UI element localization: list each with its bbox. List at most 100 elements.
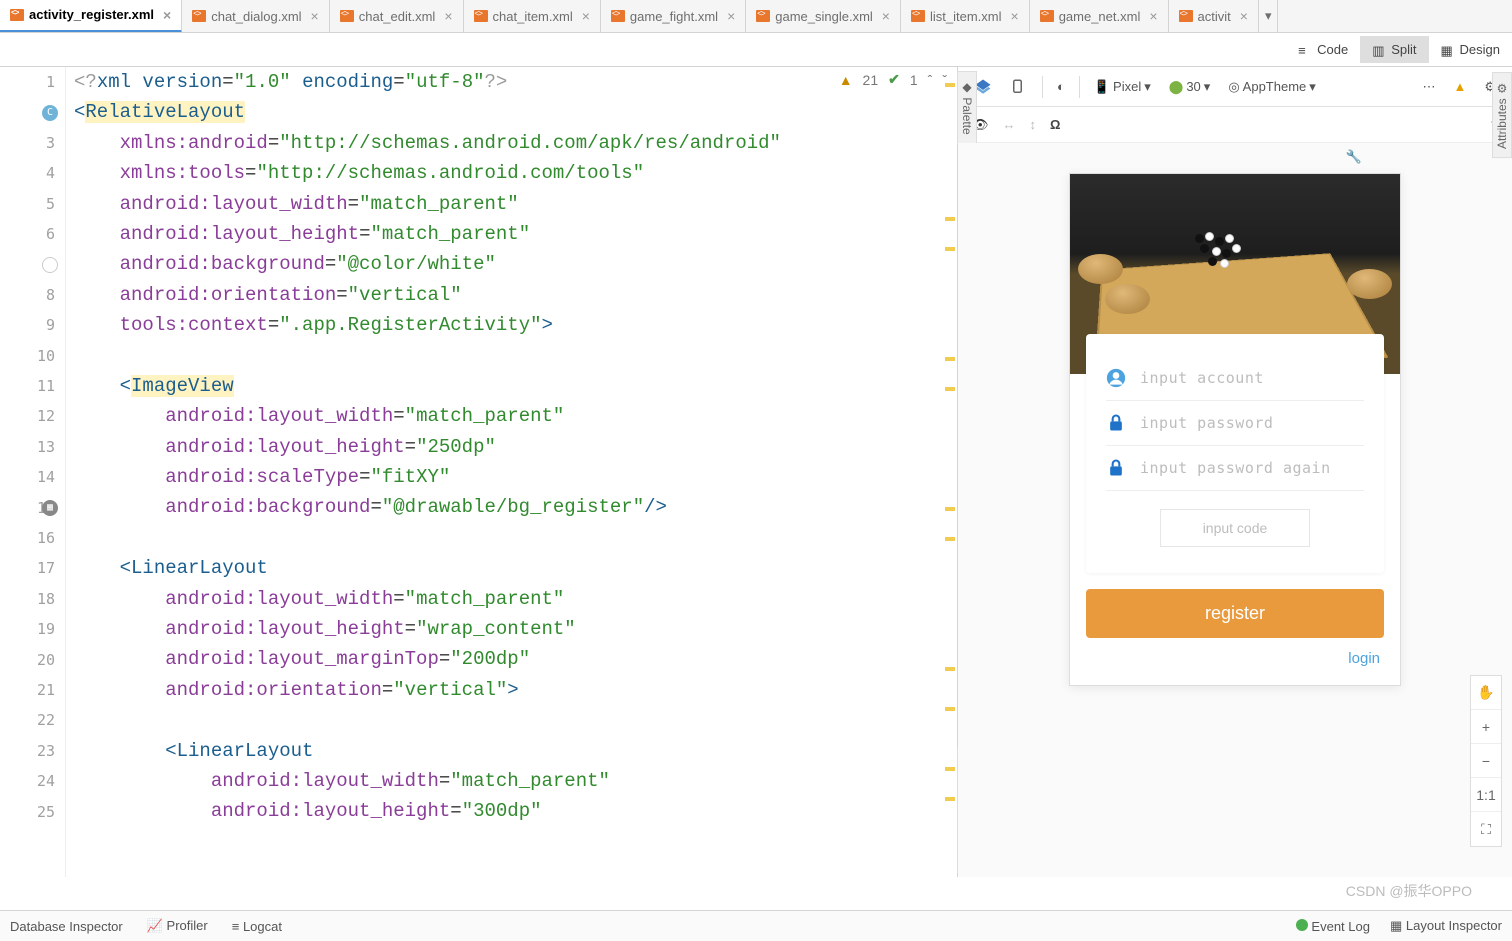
code-line[interactable]: android:orientation="vertical" — [66, 280, 943, 310]
code-line[interactable]: xmlns:android="http://schemas.android.co… — [66, 128, 943, 158]
prev-highlight-icon[interactable]: ˆ — [928, 72, 933, 88]
arrows-v-icon[interactable]: ↕ — [1030, 117, 1037, 132]
close-icon[interactable]: × — [1240, 8, 1248, 24]
code-line[interactable]: android:background="@drawable/bg_registe… — [66, 492, 943, 522]
event-log-button[interactable]: Event Log — [1296, 919, 1370, 934]
palette-tab[interactable]: ◆ Palette — [957, 71, 977, 144]
line-number[interactable]: 16 — [0, 523, 65, 553]
code-line[interactable]: android:layout_width="match_parent" — [66, 401, 943, 431]
line-number[interactable]: 23 — [0, 736, 65, 766]
line-number[interactable]: 10 — [0, 341, 65, 371]
line-number[interactable]: 4 — [0, 158, 65, 188]
logcat-button[interactable]: ≡ Logcat — [232, 919, 282, 934]
profiler-button[interactable]: 📈 Profiler — [147, 918, 208, 934]
code-line[interactable]: xmlns:tools="http://schemas.android.com/… — [66, 158, 943, 188]
theme-selector[interactable]: ◎ AppTheme ▾ — [1222, 75, 1321, 99]
view-code-button[interactable]: ≡Code — [1286, 36, 1360, 63]
line-number[interactable]: 5 — [0, 189, 65, 219]
orientation-icon[interactable] — [1004, 74, 1034, 100]
file-tab[interactable]: game_fight.xml× — [601, 0, 746, 33]
line-number[interactable]: 22 — [0, 705, 65, 735]
code-line[interactable] — [66, 705, 943, 735]
zoom-button[interactable]: ✋ — [1471, 676, 1501, 710]
code-line[interactable]: android:scaleType="fitXY" — [66, 462, 943, 492]
file-tab[interactable]: game_single.xml× — [746, 0, 901, 33]
code-line[interactable]: android:orientation="vertical"> — [66, 675, 943, 705]
line-number[interactable]: 11 — [0, 371, 65, 401]
line-number[interactable]: 8 — [0, 280, 65, 310]
file-tab[interactable]: game_net.xml× — [1030, 0, 1169, 33]
code-line[interactable]: <LinearLayout — [66, 553, 943, 583]
editor-marker-strip[interactable] — [943, 67, 957, 877]
code-line[interactable]: android:layout_height="wrap_content" — [66, 614, 943, 644]
code-line[interactable]: android:layout_width="match_parent" — [66, 189, 943, 219]
close-icon[interactable]: × — [444, 8, 452, 24]
gutter-icon[interactable]: ▦ — [42, 500, 58, 516]
line-number[interactable]: 19 — [0, 614, 65, 644]
code-line[interactable]: <ImageView — [66, 371, 943, 401]
magnet-icon[interactable]: Ω — [1050, 117, 1060, 132]
line-number[interactable]: 12 — [0, 401, 65, 431]
code-line[interactable]: <?xml version="1.0" encoding="utf-8"?> — [66, 67, 943, 97]
design-canvas[interactable]: 🔧 input accountinput passwordinput — [958, 143, 1512, 877]
code-line[interactable]: android:background="@color/white" — [66, 249, 943, 279]
view-split-button[interactable]: ▥Split — [1360, 36, 1428, 63]
zoom-button[interactable]: + — [1471, 710, 1501, 744]
close-icon[interactable]: × — [163, 7, 171, 23]
night-mode-icon[interactable]: ◐ — [1051, 75, 1071, 98]
close-icon[interactable]: × — [1011, 8, 1019, 24]
line-number[interactable]: 17 — [0, 553, 65, 583]
line-number[interactable]: 14 — [0, 462, 65, 492]
line-number[interactable]: 3 — [0, 128, 65, 158]
close-icon[interactable]: × — [582, 8, 590, 24]
file-tab[interactable]: chat_item.xml× — [464, 0, 601, 33]
code-line[interactable]: android:layout_height="250dp" — [66, 432, 943, 462]
code-line[interactable]: android:layout_height="match_parent" — [66, 219, 943, 249]
view-design-button[interactable]: ▦Design — [1429, 36, 1512, 63]
inspections-widget[interactable]: ▲21 ✔1 ˆ ˇ — [839, 71, 947, 88]
wrench-icon[interactable]: 🔧 — [1346, 149, 1362, 165]
code-line[interactable]: <RelativeLayout — [66, 97, 943, 127]
line-number[interactable]: 13 — [0, 432, 65, 462]
file-tab[interactable]: list_item.xml× — [901, 0, 1030, 33]
zoom-button[interactable]: ⛶ — [1471, 812, 1501, 846]
layout-preview[interactable]: input accountinput passwordinput passwor… — [1069, 173, 1401, 686]
line-number[interactable]: 15▦ — [0, 492, 65, 522]
database-inspector-button[interactable]: Database Inspector — [10, 919, 123, 934]
code-area[interactable]: <?xml version="1.0" encoding="utf-8"?><R… — [66, 67, 943, 877]
more-actions-icon[interactable]: ⋯ — [1416, 75, 1441, 99]
close-icon[interactable]: × — [882, 8, 890, 24]
line-number[interactable]: 21 — [0, 675, 65, 705]
file-tab[interactable]: activity_register.xml× — [0, 0, 182, 33]
device-selector[interactable]: 📱 Pixel ▾ — [1088, 75, 1157, 99]
close-icon[interactable]: × — [727, 8, 735, 24]
api-selector[interactable]: ⬤ 30 ▾ — [1163, 75, 1217, 99]
code-line[interactable]: android:layout_marginTop="200dp" — [66, 644, 943, 674]
line-number[interactable]: 25 — [0, 796, 65, 826]
code-line[interactable]: <LinearLayout — [66, 736, 943, 766]
gutter-icon[interactable]: C — [42, 105, 58, 121]
code-line[interactable] — [66, 341, 943, 371]
close-icon[interactable]: × — [1149, 8, 1157, 24]
code-line[interactable]: android:layout_width="match_parent" — [66, 584, 943, 614]
line-number[interactable]: 9 — [0, 310, 65, 340]
line-number[interactable]: 20 — [0, 644, 65, 674]
line-number[interactable]: 6 — [0, 219, 65, 249]
zoom-button[interactable]: − — [1471, 744, 1501, 778]
line-number[interactable]: 7□ — [0, 249, 65, 279]
gutter-icon[interactable]: □ — [42, 257, 58, 273]
close-icon[interactable]: × — [311, 8, 319, 24]
arrows-h-icon[interactable]: ↔ — [1003, 117, 1016, 132]
file-tab[interactable]: chat_edit.xml× — [330, 0, 464, 33]
file-tab[interactable]: activit× — [1169, 0, 1259, 33]
line-number[interactable]: 2C — [0, 97, 65, 127]
code-line[interactable] — [66, 523, 943, 553]
issues-icon[interactable]: ▲ — [1447, 75, 1472, 98]
next-highlight-icon[interactable]: ˇ — [942, 72, 947, 88]
file-tab[interactable]: chat_dialog.xml× — [182, 0, 330, 33]
line-number[interactable]: 24 — [0, 766, 65, 796]
attributes-tab[interactable]: Attributes ⚙ — [1492, 72, 1512, 158]
code-line[interactable]: android:layout_width="match_parent" — [66, 766, 943, 796]
code-line[interactable]: android:layout_height="300dp" — [66, 796, 943, 826]
zoom-button[interactable]: 1:1 — [1471, 778, 1501, 812]
